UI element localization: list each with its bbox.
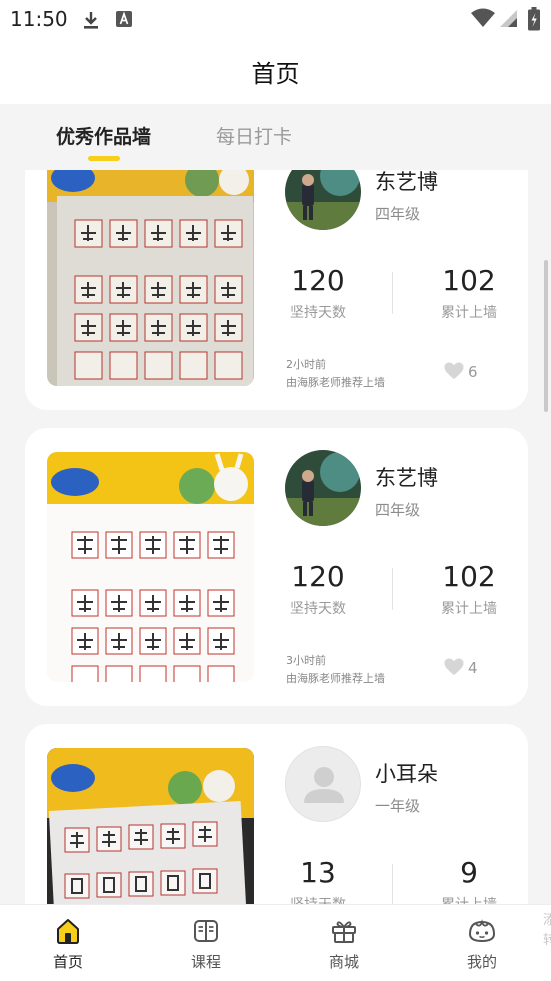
feed-scrollbar[interactable] — [544, 260, 548, 412]
title-bar: 首页 — [0, 38, 551, 104]
nav-home[interactable]: 首页 — [33, 917, 103, 972]
download-icon — [80, 9, 102, 35]
post-card[interactable]: 东艺博 四年级 120 坚持天数 102 累计上墙 2小时前 由海豚老师推荐上墙… — [25, 170, 528, 410]
user-grade: 四年级 — [375, 501, 421, 519]
stat-days-label: 坚持天数 — [290, 305, 346, 321]
recommended-by: 由海豚老师推荐上墙 — [286, 376, 385, 389]
post-card[interactable]: 东艺博 四年级 120 坚持天数 102 累计上墙 3小时前 由海豚老师推荐上墙… — [25, 428, 528, 706]
user-avatar-placeholder[interactable] — [285, 746, 361, 822]
stat-days: 120 — [291, 560, 345, 593]
nav-home-label: 首页 — [52, 953, 83, 971]
nav-mine[interactable]: 我的 — [447, 917, 517, 972]
stat-divider — [392, 272, 393, 314]
user-avatar[interactable] — [285, 170, 361, 230]
post-work-image[interactable] — [47, 452, 254, 682]
heart-icon — [444, 658, 464, 675]
gift-icon — [332, 921, 356, 943]
stat-days-label: 坚持天数 — [268, 894, 368, 904]
like-count: 6 — [468, 363, 478, 381]
battery-icon — [527, 7, 541, 35]
post-time: 2小时前 — [286, 358, 326, 371]
edge-overflow-text: 添 转 — [543, 913, 551, 948]
user-name: 东艺博 — [375, 466, 438, 490]
user-grade: 四年级 — [375, 205, 421, 223]
post-work-image[interactable] — [47, 748, 254, 904]
user-grade: 一年级 — [375, 797, 421, 815]
post-work-image[interactable] — [47, 170, 254, 386]
user-name: 小耳朵 — [375, 762, 438, 786]
tab-daily-checkin[interactable]: 每日打卡 — [216, 122, 292, 149]
font-icon — [114, 9, 134, 33]
stat-total-label: 累计上墙 — [419, 894, 519, 904]
stat-days: 120 — [291, 264, 345, 297]
stat-days-label: 坚持天数 — [290, 601, 346, 617]
like-button[interactable]: 4 — [444, 658, 478, 677]
stat-total: 102 — [442, 264, 496, 297]
book-icon — [194, 920, 218, 942]
stat-total-label: 累计上墙 — [441, 601, 497, 617]
stat-days: 13 — [300, 856, 336, 889]
like-button[interactable]: 6 — [444, 362, 478, 381]
page-title: 首页 — [251, 60, 300, 88]
status-bar: 11:50 — [0, 0, 551, 38]
tab-bar: 优秀作品墙 每日打卡 — [0, 104, 551, 170]
signal-icon — [498, 8, 518, 32]
works-feed[interactable]: 东艺博 四年级 120 坚持天数 102 累计上墙 2小时前 由海豚老师推荐上墙… — [0, 170, 551, 904]
like-count: 4 — [468, 659, 478, 677]
stat-total: 102 — [442, 560, 496, 593]
active-tab-indicator — [88, 156, 120, 161]
wifi-icon — [470, 8, 496, 32]
recommended-by: 由海豚老师推荐上墙 — [286, 672, 385, 685]
nav-courses-label: 课程 — [190, 953, 221, 971]
stat-total-label: 累计上墙 — [441, 305, 497, 321]
user-name: 东艺博 — [375, 170, 438, 194]
stat-divider — [392, 568, 393, 610]
post-time: 3小时前 — [286, 654, 326, 667]
user-avatar[interactable] — [285, 450, 361, 526]
heart-icon — [444, 362, 464, 379]
home-icon — [57, 919, 79, 944]
stat-divider — [392, 864, 393, 904]
tab-excellent-works[interactable]: 优秀作品墙 — [56, 122, 151, 149]
status-time: 11:50 — [10, 7, 68, 31]
bottom-nav: 首页 课程 商城 我的 添 转 — [0, 904, 551, 981]
post-card[interactable]: 小耳朵 一年级 13 坚持天数 9 累计上墙 — [25, 724, 528, 904]
stat-total: 9 — [460, 856, 478, 889]
face-icon — [468, 919, 496, 943]
nav-shop-label: 商城 — [328, 953, 359, 971]
nav-mine-label: 我的 — [466, 953, 497, 971]
nav-courses[interactable]: 课程 — [171, 917, 241, 972]
nav-shop[interactable]: 商城 — [309, 917, 379, 972]
